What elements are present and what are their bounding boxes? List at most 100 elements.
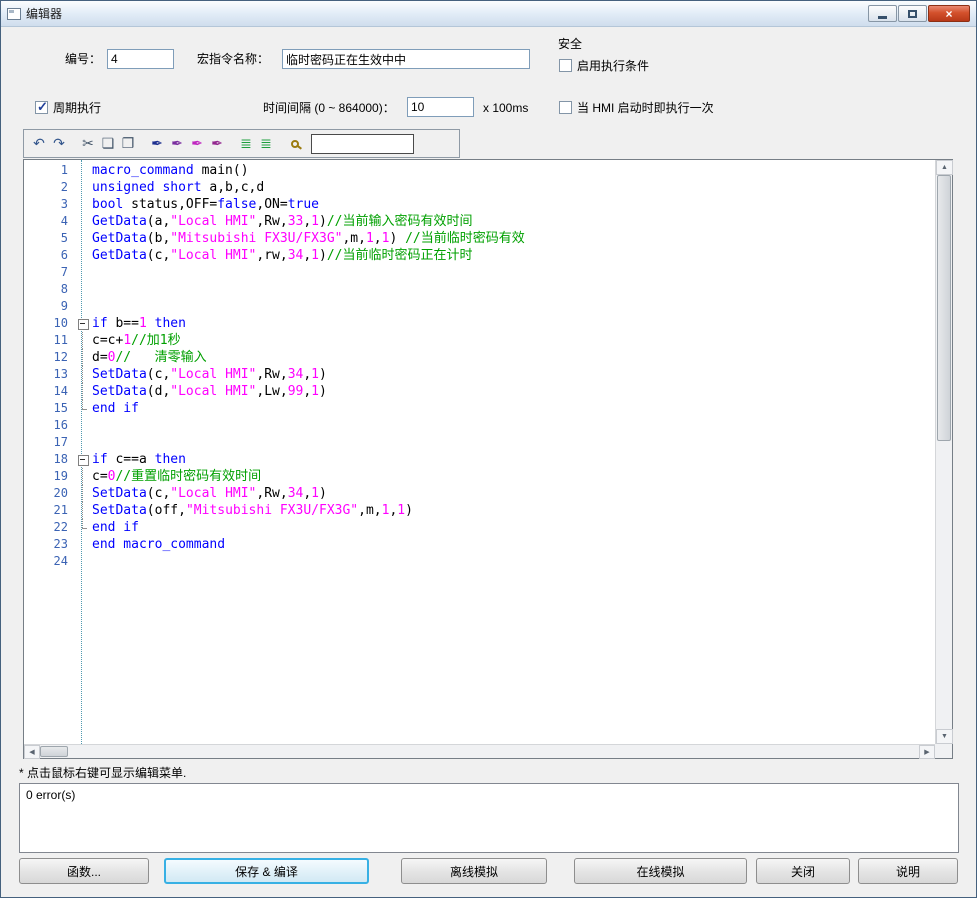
number-input[interactable] <box>107 49 174 69</box>
minimize-button[interactable] <box>868 5 897 22</box>
scroll-right-icon[interactable]: ▶ <box>919 745 935 759</box>
fold-gutter <box>70 536 92 553</box>
window-title: 编辑器 <box>26 5 62 22</box>
address-check-icon[interactable]: ✒ <box>207 134 227 154</box>
code-line[interactable]: 1macro_command main() <box>24 162 935 179</box>
code-editor[interactable]: 1macro_command main()2unsigned short a,b… <box>23 159 953 759</box>
code-line[interactable]: 15end if <box>24 400 935 417</box>
code-text: end if <box>92 400 139 417</box>
vertical-scroll-thumb[interactable] <box>937 175 951 441</box>
scrollbar-corner <box>935 744 952 758</box>
enable-condition-checkbox[interactable] <box>559 59 572 72</box>
macro-name-input[interactable] <box>282 49 530 69</box>
code-line[interactable]: 21SetData(off,"Mitsubishi FX3U/FX3G",m,1… <box>24 502 935 519</box>
code-line[interactable]: 11 c=c+1//加1秒 <box>24 332 935 349</box>
undo-icon[interactable]: ↶ <box>29 134 49 154</box>
fold-gutter <box>70 519 92 536</box>
code-line[interactable]: 24 <box>24 553 935 570</box>
vertical-scroll-track[interactable] <box>936 175 952 729</box>
scroll-up-icon[interactable]: ▲ <box>936 160 953 175</box>
code-line[interactable]: 19c=0//重置临时密码有效时间 <box>24 468 935 485</box>
toolbar-icons: ↶↷✂❏❐✒✒✒✒≣≣ <box>29 134 305 154</box>
offline-sim-button[interactable]: 离线模拟 <box>401 858 547 884</box>
fold-gutter <box>70 298 92 315</box>
line-number: 23 <box>24 536 70 553</box>
error-count: 0 error(s) <box>26 788 75 802</box>
run-on-start-checkbox[interactable] <box>559 101 572 114</box>
indent-icon[interactable]: ≣ <box>236 134 256 154</box>
fold-gutter <box>70 281 92 298</box>
code-line[interactable]: 5GetData(b,"Mitsubishi FX3U/FX3G",m,1,1)… <box>24 230 935 247</box>
outdent-icon[interactable]: ≣ <box>256 134 276 154</box>
redo-icon[interactable]: ↷ <box>49 134 69 154</box>
code-line[interactable]: 9 <box>24 298 935 315</box>
code-text: SetData(c,"Local HMI",Rw,34,1) <box>92 485 327 502</box>
fold-gutter <box>70 417 92 434</box>
help-button[interactable]: 说明 <box>858 858 958 884</box>
code-line[interactable]: 7 <box>24 264 935 281</box>
periodic-label: 周期执行 <box>53 98 101 118</box>
save-compile-button[interactable]: 保存 & 编译 <box>164 858 369 884</box>
line-number: 12 <box>24 349 70 366</box>
code-line[interactable]: 14SetData(d,"Local HMI",Lw,99,1) <box>24 383 935 400</box>
code-line[interactable]: 6GetData(c,"Local HMI",rw,34,1)//当前临时密码正… <box>24 247 935 264</box>
code-text: SetData(d,"Local HMI",Lw,99,1) <box>92 383 327 400</box>
code-text: c=c+1//加1秒 <box>92 332 181 349</box>
horizontal-scrollbar[interactable]: ◀ ▶ <box>24 744 935 758</box>
line-number: 21 <box>24 502 70 519</box>
fold-gutter <box>70 230 92 247</box>
fold-toggle-icon[interactable] <box>70 451 92 468</box>
code-line[interactable]: 17 <box>24 434 935 451</box>
line-number: 7 <box>24 264 70 281</box>
vertical-scrollbar[interactable]: ▲ ▼ <box>935 160 952 744</box>
message-panel[interactable]: 0 error(s) <box>19 783 959 853</box>
code-line[interactable]: 13SetData(c,"Local HMI",Rw,34,1) <box>24 366 935 383</box>
code-line[interactable]: 12d=0// 清零输入 <box>24 349 935 366</box>
copy-icon[interactable]: ❏ <box>98 134 118 154</box>
code-line[interactable]: 23end macro_command <box>24 536 935 553</box>
code-line[interactable]: 4GetData(a,"Local HMI",Rw,33,1)//当前输入密码有… <box>24 213 935 230</box>
interval-label: 时间间隔 (0 ~ 864000)： <box>263 98 395 118</box>
close-dialog-button[interactable]: 关闭 <box>756 858 850 884</box>
line-number: 13 <box>24 366 70 383</box>
interval-input[interactable] <box>407 97 474 117</box>
functions-button[interactable]: 函数... <box>19 858 149 884</box>
paste-icon[interactable]: ❐ <box>118 134 138 154</box>
trace-icon[interactable]: ✒ <box>167 134 187 154</box>
scroll-down-icon[interactable]: ▼ <box>936 729 953 744</box>
code-lines[interactable]: 1macro_command main()2unsigned short a,b… <box>24 160 935 744</box>
line-number: 20 <box>24 485 70 502</box>
macro-name-label: 宏指令名称： <box>197 49 269 69</box>
code-line[interactable]: 22end if <box>24 519 935 536</box>
find-icon[interactable] <box>285 134 305 154</box>
fold-gutter <box>70 400 92 417</box>
code-text: GetData(c,"Local HMI",rw,34,1)//当前临时密码正在… <box>92 247 472 264</box>
fold-gutter <box>70 162 92 179</box>
code-line[interactable]: 10if b==1 then <box>24 315 935 332</box>
line-number: 5 <box>24 230 70 247</box>
online-sim-button[interactable]: 在线模拟 <box>574 858 747 884</box>
fold-gutter <box>70 468 92 485</box>
title-bar[interactable]: 编辑器 × <box>1 1 976 27</box>
code-line[interactable]: 8 <box>24 281 935 298</box>
search-input[interactable] <box>311 134 414 154</box>
code-line[interactable]: 16 <box>24 417 935 434</box>
code-line[interactable]: 20 SetData(c,"Local HMI",Rw,34,1) <box>24 485 935 502</box>
close-button[interactable]: × <box>928 5 970 22</box>
horizontal-scroll-track[interactable] <box>40 745 919 758</box>
line-number: 11 <box>24 332 70 349</box>
code-line[interactable]: 3bool status,OFF=false,ON=true <box>24 196 935 213</box>
scroll-left-icon[interactable]: ◀ <box>24 745 40 759</box>
compile-icon[interactable]: ✒ <box>147 134 167 154</box>
line-number: 1 <box>24 162 70 179</box>
syntax-check-icon[interactable]: ✒ <box>187 134 207 154</box>
window-icon <box>7 8 21 20</box>
cut-icon[interactable]: ✂ <box>78 134 98 154</box>
fold-toggle-icon[interactable] <box>70 315 92 332</box>
line-number: 2 <box>24 179 70 196</box>
code-line[interactable]: 2unsigned short a,b,c,d <box>24 179 935 196</box>
code-line[interactable]: 18if c==a then <box>24 451 935 468</box>
periodic-checkbox[interactable] <box>35 101 48 114</box>
horizontal-scroll-thumb[interactable] <box>40 746 68 757</box>
maximize-button[interactable] <box>898 5 927 22</box>
